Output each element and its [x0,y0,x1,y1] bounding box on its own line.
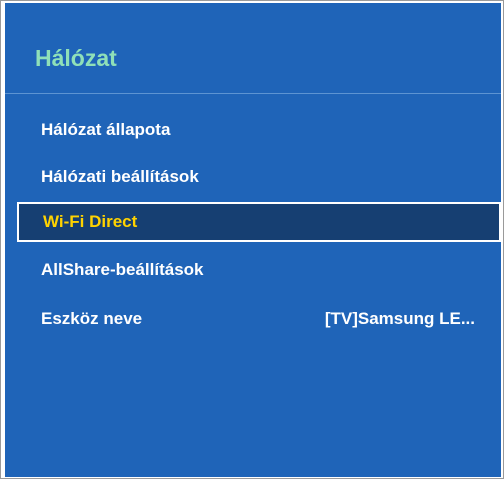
device-name-value: [TV]Samsung LE... [324,309,475,328]
menu-item-device-name[interactable]: Eszköz neve [TV]Samsung LE... [5,299,501,339]
menu-item-label: Eszköz neve [41,309,143,328]
menu-item-network-status[interactable]: Hálózat állapota [5,110,501,150]
menu-item-label: Wi-Fi Direct [43,212,138,231]
menu-item-network-settings[interactable]: Hálózati beállítások [5,157,501,197]
menu-item-label: Hálózati beállítások [41,167,199,186]
menu-item-wifi-direct[interactable]: Wi-Fi Direct [17,202,501,242]
network-menu-panel: Hálózat Hálózat állapota Hálózati beállí… [5,3,501,477]
menu-item-allshare-settings[interactable]: AllShare-beállítások [5,250,501,290]
menu-item-label: Hálózat állapota [41,120,171,139]
title-divider [5,93,501,94]
menu-item-label: AllShare-beállítások [41,260,204,279]
screenshot-frame: Hálózat Hálózat állapota Hálózati beállí… [0,0,504,479]
panel-title: Hálózat [35,45,117,71]
